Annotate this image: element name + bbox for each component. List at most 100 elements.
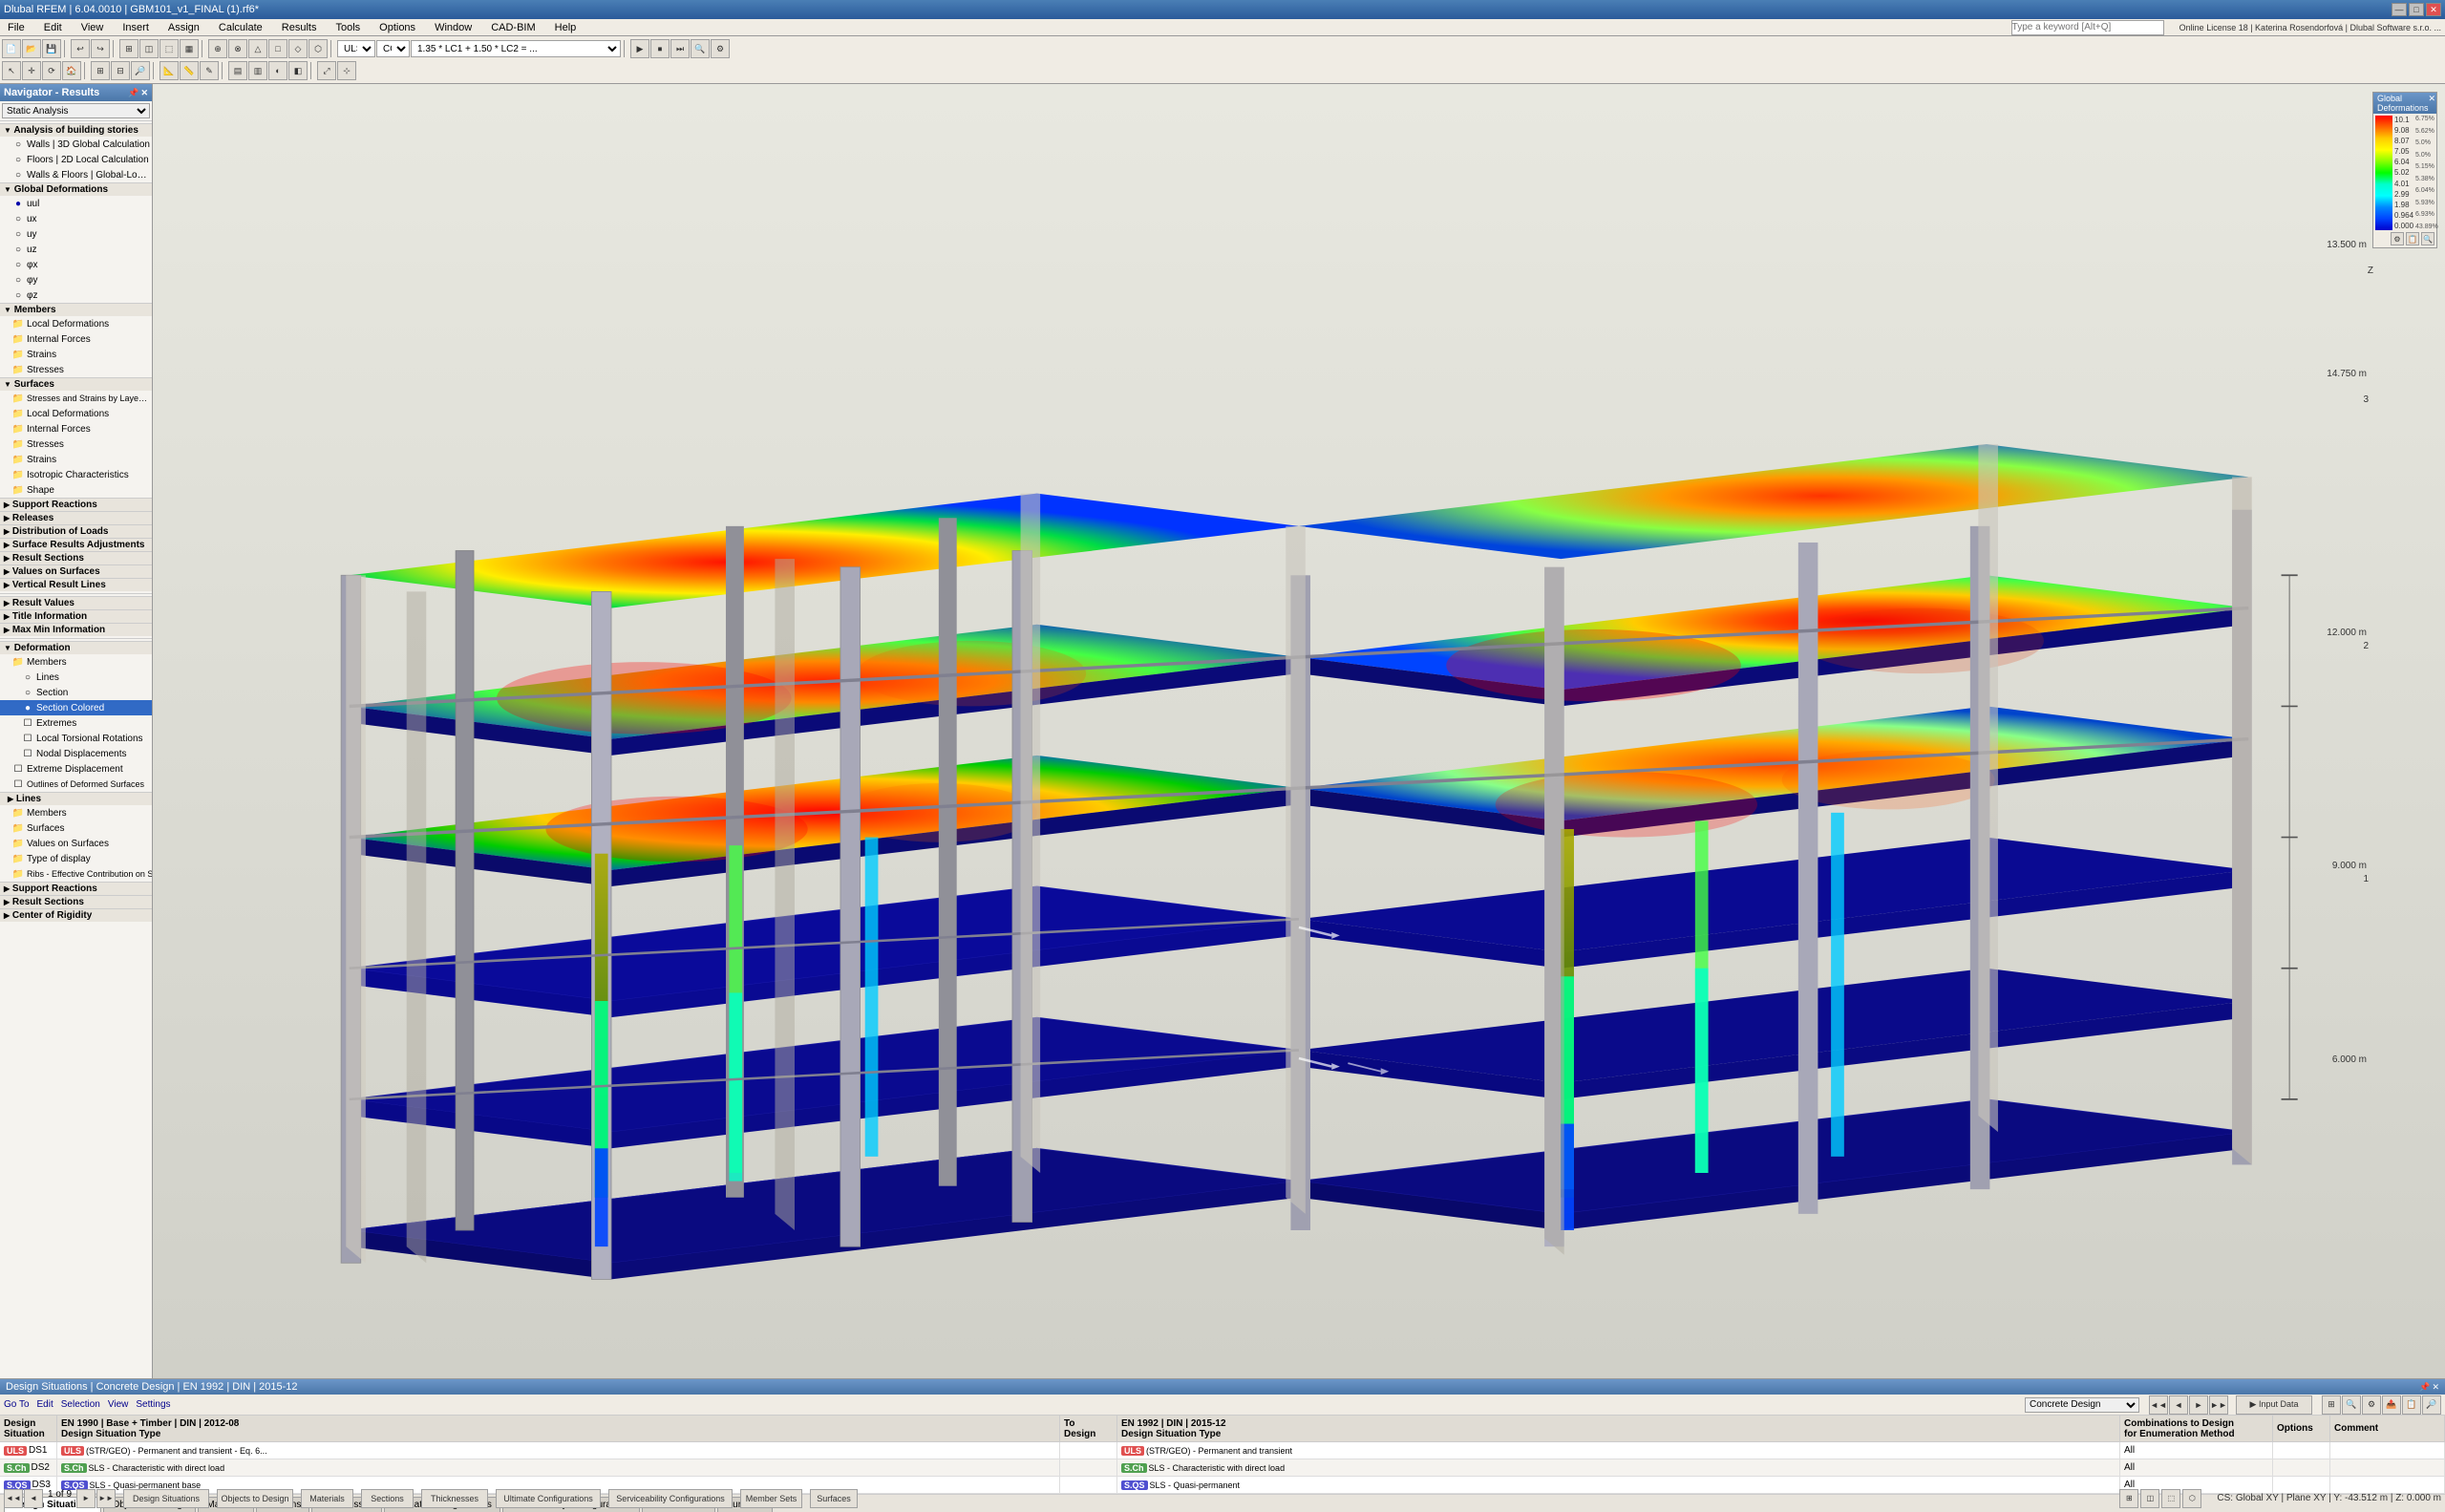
btm-tb-3[interactable]: ⚙	[2362, 1395, 2381, 1415]
nav-section-distribution-loads[interactable]: ▶ Distribution of Loads	[0, 524, 152, 538]
nav-section-lines-sub[interactable]: ▶ Lines	[0, 792, 152, 805]
tb-btn-4[interactable]: ◫	[139, 39, 159, 58]
tb2-btn-12[interactable]: ▥	[248, 61, 267, 80]
tb2-btn-3[interactable]: ⟳	[42, 61, 61, 80]
tb-btn-17[interactable]: ⚙	[711, 39, 730, 58]
status-nav-last[interactable]: ►►	[96, 1489, 116, 1508]
status-icon-1[interactable]: ⊞	[2119, 1489, 2138, 1508]
nav-item-surf-isotropic[interactable]: 📁 Isotropic Characteristics	[0, 467, 152, 482]
btm-tb-5[interactable]: 📋	[2402, 1395, 2421, 1415]
tb2-btn-16[interactable]: ⊹	[337, 61, 356, 80]
nav-section-maxmin-info[interactable]: ▶ Max Min Information	[0, 623, 152, 636]
tb-btn-8[interactable]: ⊗	[228, 39, 247, 58]
menu-view[interactable]: View	[77, 21, 108, 34]
btm-tb-6[interactable]: 🔎	[2422, 1395, 2441, 1415]
nav-item-walls-floors[interactable]: ○ Walls & Floors | Global-Local Calc...	[0, 167, 152, 182]
status-btn-objects[interactable]: Objects to Design	[217, 1489, 293, 1508]
table-row-ds1[interactable]: ULS DS1 ULS (STR/GEO) - Permanent and tr…	[0, 1442, 2445, 1459]
tb2-btn-6[interactable]: ⊟	[111, 61, 130, 80]
color-scale-close[interactable]: ✕	[2429, 94, 2436, 113]
status-nav-next[interactable]: ►	[76, 1489, 96, 1508]
bottom-nav-selection[interactable]: Selection	[61, 1399, 100, 1410]
nav-item-surf-internal-forces[interactable]: 📁 Internal Forces	[0, 421, 152, 437]
nav-item-surfaces-sub[interactable]: 📁 Surfaces	[0, 820, 152, 836]
tb2-btn-7[interactable]: 🔎	[131, 61, 150, 80]
menu-window[interactable]: Window	[431, 21, 476, 34]
btm-tb-2[interactable]: 🔍	[2342, 1395, 2361, 1415]
tb2-btn-2[interactable]: ✛	[22, 61, 41, 80]
nav-item-deform-nodal[interactable]: ☐ Nodal Displacements	[0, 746, 152, 761]
status-btn-member-sets[interactable]: Member Sets	[740, 1489, 802, 1508]
search-input[interactable]	[2011, 20, 2164, 35]
load-combo[interactable]: 1.35 * LC1 + 1.50 * LC2 = ...	[411, 40, 621, 57]
design-type-combo[interactable]: Concrete Design	[2025, 1397, 2139, 1413]
menu-file[interactable]: File	[4, 21, 29, 34]
tb2-btn-5[interactable]: ⊞	[91, 61, 110, 80]
menu-help[interactable]: Help	[551, 21, 581, 34]
bottom-nav-settings[interactable]: Settings	[136, 1399, 170, 1410]
open-button[interactable]: 📂	[22, 39, 41, 58]
bottom-nav-prev[interactable]: ◄	[2169, 1395, 2188, 1415]
nav-section-vertical-result-lines[interactable]: ▶ Vertical Result Lines	[0, 578, 152, 591]
undo-button[interactable]: ↩	[71, 39, 90, 58]
nav-item-deform-extremes[interactable]: ☐ Extremes	[0, 715, 152, 731]
tb2-btn-4[interactable]: 🏠	[62, 61, 81, 80]
save-button[interactable]: 💾	[42, 39, 61, 58]
nav-item-deform-lines[interactable]: ○ Lines	[0, 670, 152, 685]
nav-item-phiy[interactable]: ○ φy	[0, 272, 152, 287]
status-btn-materials[interactable]: Materials	[301, 1489, 353, 1508]
nav-item-phix[interactable]: ○ φx	[0, 257, 152, 272]
bottom-nav-next-next[interactable]: ►►	[2209, 1395, 2228, 1415]
nav-item-values-surfaces-sub[interactable]: 📁 Values on Surfaces	[0, 836, 152, 851]
status-btn-surf[interactable]: Surfaces	[810, 1489, 858, 1508]
nav-item-members-stresses[interactable]: 📁 Stresses	[0, 362, 152, 377]
nav-item-deform-torsional[interactable]: ☐ Local Torsional Rotations	[0, 731, 152, 746]
bottom-pin-btn[interactable]: 📌	[2419, 1382, 2430, 1393]
nav-item-uy[interactable]: ○ uy	[0, 226, 152, 242]
nav-item-deform-members-folder[interactable]: 📁 Members	[0, 654, 152, 670]
nav-item-deform-section[interactable]: ○ Section	[0, 685, 152, 700]
nav-pin-btn[interactable]: 📌	[128, 88, 138, 98]
tb-btn-13[interactable]: ▶	[630, 39, 649, 58]
bottom-nav-edit[interactable]: Edit	[37, 1399, 53, 1410]
nav-item-uz[interactable]: ○ uz	[0, 242, 152, 257]
tb-btn-3[interactable]: ⊞	[119, 39, 138, 58]
tb-btn-5[interactable]: ⬚	[159, 39, 179, 58]
nav-section-building-stories[interactable]: ▼ Analysis of building stories	[0, 123, 152, 137]
tb-btn-10[interactable]: □	[268, 39, 287, 58]
bottom-nav-view[interactable]: View	[108, 1399, 129, 1410]
redo-button[interactable]: ↪	[91, 39, 110, 58]
viewport-3d[interactable]: 13.500 m 14.750 m 12.000 m 9.000 m 6.000…	[153, 84, 2445, 1378]
tb2-btn-15[interactable]: ⤢	[317, 61, 336, 80]
minimize-button[interactable]: —	[2392, 3, 2407, 16]
status-btn-svc-config[interactable]: Serviceability Configurations	[608, 1489, 733, 1508]
nav-item-ux[interactable]: ○ ux	[0, 211, 152, 226]
nav-item-ribs[interactable]: 📁 Ribs - Effective Contribution on Surf.…	[0, 866, 152, 882]
nav-section-global-deformations[interactable]: ▼ Global Deformations	[0, 182, 152, 196]
status-nav-prev[interactable]: ◄	[24, 1489, 43, 1508]
co-combo[interactable]: CO1	[376, 40, 410, 57]
nav-item-extreme-displacement[interactable]: ☐ Extreme Displacement	[0, 761, 152, 777]
nav-item-walls-3d[interactable]: ○ Walls | 3D Global Calculation	[0, 137, 152, 152]
status-icon-3[interactable]: ⬚	[2161, 1489, 2180, 1508]
nav-item-members-strains[interactable]: 📁 Strains	[0, 347, 152, 362]
status-btn-ult-config[interactable]: Ultimate Configurations	[496, 1489, 601, 1508]
status-icon-4[interactable]: ⬡	[2182, 1489, 2201, 1508]
tb2-btn-14[interactable]: ◧	[288, 61, 308, 80]
tb2-btn-1[interactable]: ↖	[2, 61, 21, 80]
tb-btn-16[interactable]: 🔍	[691, 39, 710, 58]
colorscale-btn-1[interactable]: ⚙	[2391, 232, 2404, 245]
new-button[interactable]: 📄	[2, 39, 21, 58]
table-row-ds2[interactable]: S.Ch DS2 S.Ch SLS - Characteristic with …	[0, 1459, 2445, 1477]
nav-section-result-sections-2[interactable]: ▶ Result Sections	[0, 895, 152, 908]
nav-section-surfaces[interactable]: ▼ Surfaces	[0, 377, 152, 391]
bottom-nav-goto[interactable]: Go To	[4, 1399, 30, 1410]
nav-item-surf-shape[interactable]: 📁 Shape	[0, 482, 152, 498]
input-data-btn[interactable]: ▶ Input Data	[2236, 1395, 2312, 1415]
nav-section-result-values[interactable]: ▶ Result Values	[0, 596, 152, 609]
nav-section-center-rigidity[interactable]: ▶ Center of Rigidity	[0, 908, 152, 922]
bottom-close-btn[interactable]: ✕	[2432, 1382, 2439, 1393]
menu-edit[interactable]: Edit	[40, 21, 66, 34]
nav-analysis-dropdown[interactable]: Static Analysis	[2, 103, 150, 118]
tb-btn-12[interactable]: ⬡	[308, 39, 328, 58]
